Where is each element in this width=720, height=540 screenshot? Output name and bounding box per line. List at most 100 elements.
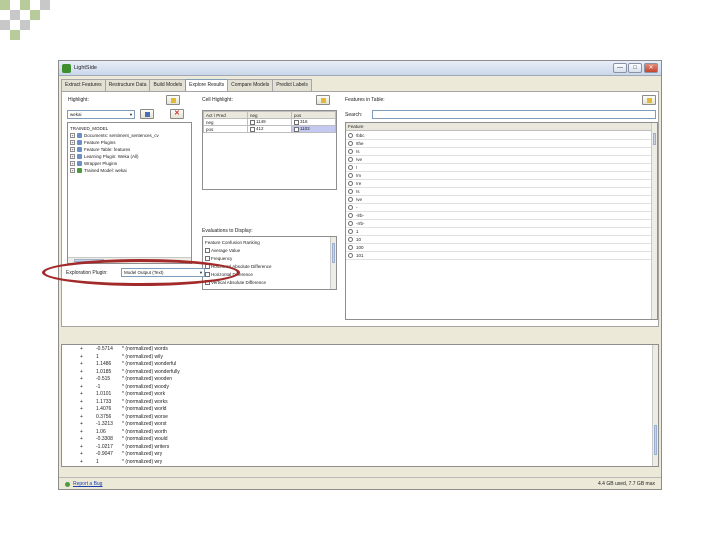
report-bug-link[interactable]: Report a Bug xyxy=(65,481,102,487)
features-column-header[interactable]: Feature xyxy=(346,123,657,131)
radio-button[interactable] xyxy=(348,157,353,162)
checkbox[interactable] xyxy=(205,255,210,261)
folder-icon xyxy=(647,98,652,103)
checkbox[interactable] xyxy=(250,126,255,132)
radio-button[interactable] xyxy=(348,213,353,218)
feature-row[interactable]: !ve xyxy=(346,196,657,204)
matrix-cell-selected[interactable]: 1103 xyxy=(291,125,336,133)
scrollbar-thumb[interactable] xyxy=(332,243,335,263)
highlight-load-button[interactable] xyxy=(166,95,180,105)
evaluation-item[interactable]: Frequency xyxy=(205,254,232,262)
feature-row[interactable]: !s xyxy=(346,148,657,156)
feature-row[interactable]: ! xyxy=(346,164,657,172)
main-tabs: Extract Features Restructure Data Build … xyxy=(61,79,312,91)
radio-button[interactable] xyxy=(348,133,353,138)
feature-label: !bbc xyxy=(356,133,365,138)
evaluation-item[interactable]: Average Value xyxy=(205,246,240,254)
features-scrollbar[interactable] xyxy=(651,123,657,319)
tree-item[interactable]: TRAINED_MODEL xyxy=(70,125,108,132)
tree-item[interactable]: + Feature Plugins xyxy=(70,139,116,146)
delete-model-button[interactable]: ✕ xyxy=(170,109,184,119)
tree-item[interactable]: + Documents: sentiment_sentences_cv xyxy=(70,132,159,139)
output-line-sign: + xyxy=(80,353,83,360)
radio-button[interactable] xyxy=(348,237,353,242)
matrix-cell[interactable]: 316 xyxy=(291,118,336,126)
tree-item[interactable]: + Wrapper Plugins xyxy=(70,160,117,167)
cell-highlight-load-button[interactable] xyxy=(316,95,330,105)
tab-build-models[interactable]: Build Models xyxy=(149,79,187,91)
checkbox[interactable] xyxy=(205,247,210,253)
feature-row[interactable]: !bbc xyxy=(346,132,657,140)
minimize-button[interactable]: — xyxy=(613,63,627,73)
search-label: Search: xyxy=(345,112,363,118)
maximize-button[interactable]: □ xyxy=(628,63,642,73)
feature-row[interactable]: !ve xyxy=(346,156,657,164)
tree-item[interactable]: + Feature Table: features xyxy=(70,146,130,153)
output-line-sign: + xyxy=(80,406,83,412)
radio-button[interactable] xyxy=(348,245,353,250)
tab-predict-labels[interactable]: Predict Labels xyxy=(272,79,312,91)
feature-row[interactable]: !re xyxy=(346,180,657,188)
radio-button[interactable] xyxy=(348,221,353,226)
feature-row[interactable]: !m xyxy=(346,172,657,180)
radio-button[interactable] xyxy=(348,149,353,154)
tree-item[interactable]: + Learning Plugin: Weka (All) xyxy=(70,153,138,160)
radio-button[interactable] xyxy=(348,197,353,202)
feature-row[interactable]: 100 xyxy=(346,244,657,252)
expand-icon[interactable]: + xyxy=(70,147,75,152)
tab-explore-results[interactable]: Explore Results xyxy=(185,79,229,91)
expand-icon[interactable]: + xyxy=(70,154,75,159)
coefficient: 1.0185 xyxy=(96,368,112,375)
feature-term: * (normalized) worth xyxy=(122,428,167,435)
output-scrollbar[interactable] xyxy=(652,345,658,466)
radio-button[interactable] xyxy=(348,181,353,186)
table-row: neg 1149 316 xyxy=(203,118,336,126)
radio-button[interactable] xyxy=(348,165,353,170)
checkbox[interactable] xyxy=(294,119,299,125)
tab-compare-models[interactable]: Compare Models xyxy=(227,79,274,91)
feature-search-input[interactable] xyxy=(372,110,656,119)
feature-row[interactable]: -rrb- xyxy=(346,220,657,228)
scrollbar-thumb[interactable] xyxy=(653,133,656,145)
radio-button[interactable] xyxy=(348,189,353,194)
feature-row[interactable]: - xyxy=(346,204,657,212)
feature-term: * (normalized) y xyxy=(122,466,157,467)
expand-icon[interactable]: + xyxy=(70,140,75,145)
matrix-cell[interactable]: 1149 xyxy=(247,118,292,126)
tab-extract-features[interactable]: Extract Features xyxy=(61,79,106,91)
expand-icon[interactable]: + xyxy=(70,133,75,138)
feature-row[interactable]: 10 xyxy=(346,236,657,244)
feature-label: 100 xyxy=(356,245,364,250)
tree-item[interactable]: + Trained Model: wekai xyxy=(70,167,127,174)
feature-row[interactable]: !s xyxy=(346,188,657,196)
highlight-model-select[interactable]: wekai ▼ xyxy=(67,110,135,119)
features-load-button[interactable] xyxy=(642,95,656,105)
evaluations-scrollbar[interactable] xyxy=(330,237,336,289)
deco-square xyxy=(30,10,40,20)
coefficient: -1 xyxy=(96,383,101,390)
model-output-text[interactable]: + -0.5714 * (normalized) words +1 * (normali… xyxy=(61,344,659,467)
output-line-sign: + xyxy=(80,368,83,375)
radio-button[interactable] xyxy=(348,253,353,258)
tab-restructure-data[interactable]: Restructure Data xyxy=(104,79,151,91)
checkbox[interactable] xyxy=(250,119,255,125)
matrix-cell[interactable]: 412 xyxy=(247,125,292,133)
checkbox[interactable] xyxy=(294,126,299,132)
expand-icon[interactable]: + xyxy=(70,161,75,166)
feature-label: ! xyxy=(356,165,358,170)
close-button[interactable]: ✕ xyxy=(644,63,658,73)
expand-icon[interactable]: + xyxy=(70,168,75,173)
feature-row[interactable]: 1 xyxy=(346,228,657,236)
radio-button[interactable] xyxy=(348,141,353,146)
radio-button[interactable] xyxy=(348,173,353,178)
feature-row[interactable]: 101 xyxy=(346,252,657,260)
save-model-button[interactable] xyxy=(140,109,154,119)
radio-button[interactable] xyxy=(348,205,353,210)
feature-row[interactable]: -lrb- xyxy=(346,212,657,220)
scrollbar-thumb[interactable] xyxy=(654,425,657,455)
output-line: 1.4076 * (normalized) world xyxy=(96,406,166,413)
feature-row[interactable]: !the xyxy=(346,140,657,148)
evaluation-item[interactable]: Feature Confusion Ranking xyxy=(205,238,260,246)
annotation-oval xyxy=(42,259,240,286)
radio-button[interactable] xyxy=(348,229,353,234)
